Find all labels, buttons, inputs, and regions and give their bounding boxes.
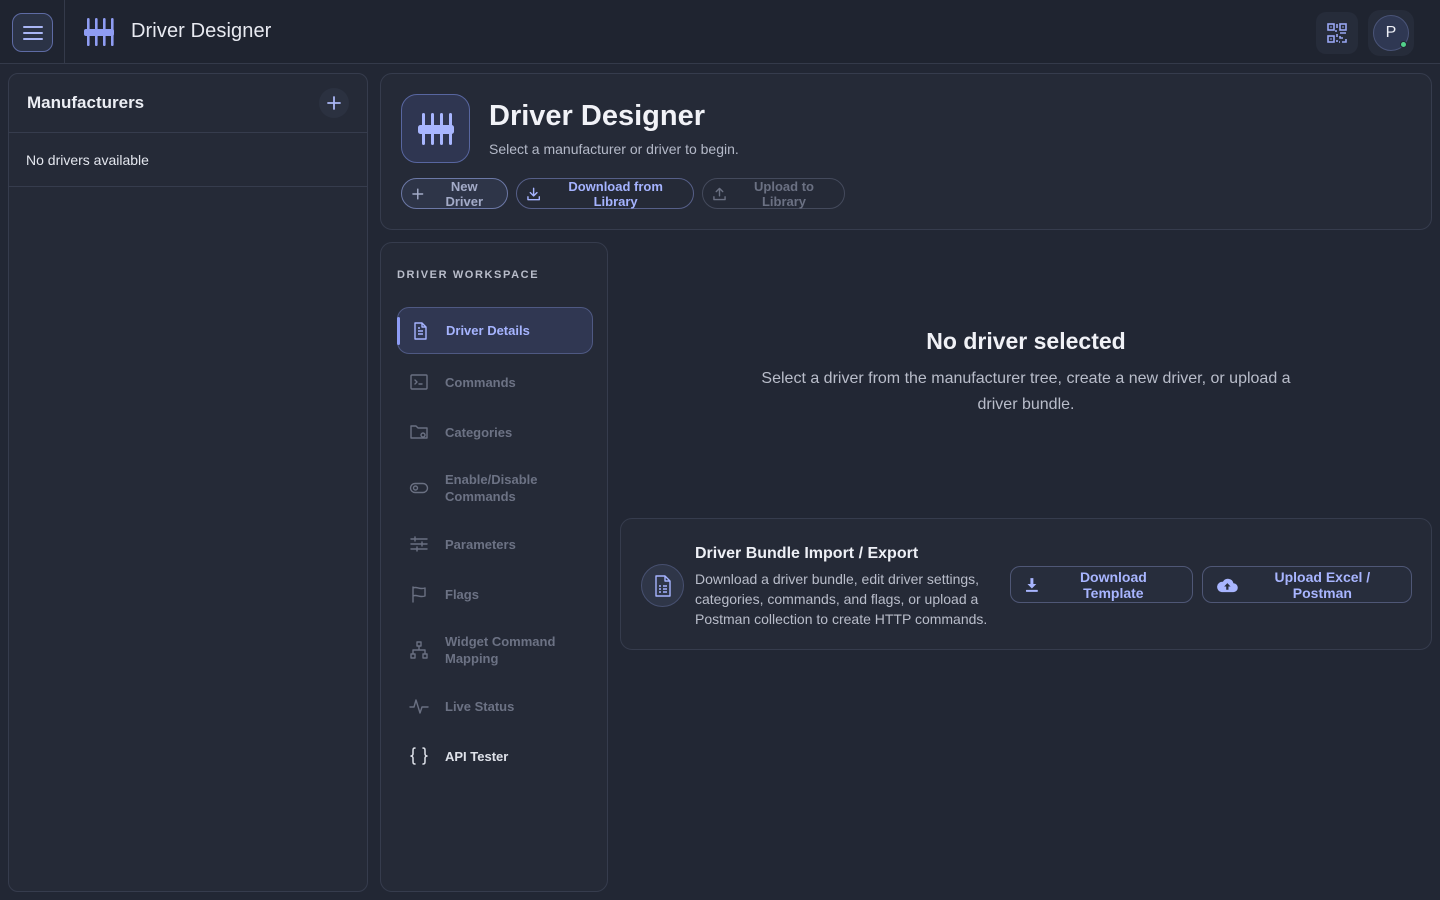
nav-item-parameters[interactable]: Parameters (397, 519, 593, 569)
flag-icon (412, 586, 426, 603)
download-from-library-button[interactable]: Download from Library (516, 178, 694, 209)
hero-actions: New Driver Download from Library Upload … (401, 178, 845, 209)
menu-button[interactable] (12, 13, 53, 52)
document-icon (414, 321, 427, 340)
nav-item-label: Categories (445, 424, 513, 440)
plus-icon (412, 187, 424, 200)
terminal-icon (410, 374, 428, 390)
bundle-description: Download a driver bundle, edit driver se… (695, 571, 988, 627)
empty-state-description: Select a driver from the manufacturer tr… (761, 370, 1291, 413)
manufacturers-title: Manufacturers (27, 93, 145, 112)
hierarchy-icon (410, 641, 428, 659)
bundle-import-export-card: Driver Bundle Import / Export Download a… (620, 518, 1432, 650)
page-subtitle: Select a manufacturer or driver to begin… (489, 141, 739, 157)
spreadsheet-document-icon (641, 564, 684, 607)
download-icon (1025, 577, 1038, 592)
new-driver-label: New Driver (445, 178, 484, 209)
sliders-icon (410, 536, 428, 552)
nav-item-flags[interactable]: Flags (397, 569, 593, 619)
nav-item-label: API Tester (445, 748, 509, 764)
nav-item-commands[interactable]: Commands (397, 357, 593, 407)
nav-item-label: Commands (445, 374, 516, 390)
download-template-button[interactable]: Download Template (1010, 566, 1193, 603)
nav-item-label: Widget Command Mapping (445, 634, 556, 666)
manufacturers-empty-text: No drivers available (9, 133, 367, 187)
upload-excel-postman-label: Upload Excel / Postman (1274, 568, 1371, 601)
toggle-icon (409, 482, 429, 494)
equalizer-icon (401, 94, 470, 163)
nav-item-label: Flags (445, 586, 479, 602)
nav-item-driver-details[interactable]: Driver Details (397, 307, 593, 354)
topbar-divider (64, 0, 65, 64)
equalizer-logo-icon (84, 18, 114, 46)
add-manufacturer-button[interactable] (319, 88, 349, 118)
page-title: Driver Designer (489, 100, 705, 132)
manufacturers-panel: Manufacturers No drivers available (8, 73, 368, 892)
nav-item-widget-command-mapping[interactable]: Widget Command Mapping (397, 619, 593, 681)
qr-code-button[interactable] (1316, 12, 1358, 54)
braces-icon (410, 747, 428, 765)
hamburger-icon (22, 25, 43, 40)
activity-icon (409, 699, 429, 714)
cloud-upload-icon (1217, 578, 1238, 592)
driver-workspace-nav: DRIVER WORKSPACE Driver Details Commands… (380, 242, 608, 892)
avatar: P (1373, 15, 1409, 51)
nav-item-label: Parameters (445, 536, 516, 552)
avatar-initial: P (1385, 24, 1397, 41)
online-status-dot (1400, 41, 1407, 48)
nav-item-label: Enable/Disable Commands (445, 472, 538, 504)
app-title: Driver Designer (131, 20, 272, 42)
download-template-label: Download Template (1079, 568, 1147, 601)
download-from-library-label: Download from Library (568, 178, 663, 209)
nav-item-label: Live Status (445, 698, 515, 714)
folder-settings-icon (410, 425, 428, 439)
user-menu-button[interactable]: P (1368, 10, 1414, 56)
empty-state-title: No driver selected (926, 328, 1126, 354)
workspace-label: DRIVER WORKSPACE (397, 269, 540, 281)
qr-code-icon (1327, 23, 1347, 43)
workspace-nav-list: Driver Details Commands Categories Enabl… (397, 307, 593, 781)
manufacturers-header: Manufacturers (9, 74, 367, 133)
upload-icon (713, 187, 726, 200)
upload-excel-postman-button[interactable]: Upload Excel / Postman (1202, 566, 1412, 603)
nav-item-enable-disable-commands[interactable]: Enable/Disable Commands (397, 457, 593, 519)
bundle-title: Driver Bundle Import / Export (695, 545, 919, 562)
nav-item-label: Driver Details (446, 323, 530, 338)
upload-to-library-label: Upload to Library (754, 178, 814, 209)
new-driver-button[interactable]: New Driver (401, 178, 508, 209)
top-bar: Driver Designer P (0, 0, 1440, 64)
nav-item-api-tester[interactable]: API Tester (397, 731, 593, 781)
download-icon (527, 187, 541, 200)
plus-icon (327, 96, 341, 110)
nav-item-live-status[interactable]: Live Status (397, 681, 593, 731)
upload-to-library-button[interactable]: Upload to Library (702, 178, 845, 209)
nav-item-categories[interactable]: Categories (397, 407, 593, 457)
hero-card: Driver Designer Select a manufacturer or… (380, 73, 1432, 230)
